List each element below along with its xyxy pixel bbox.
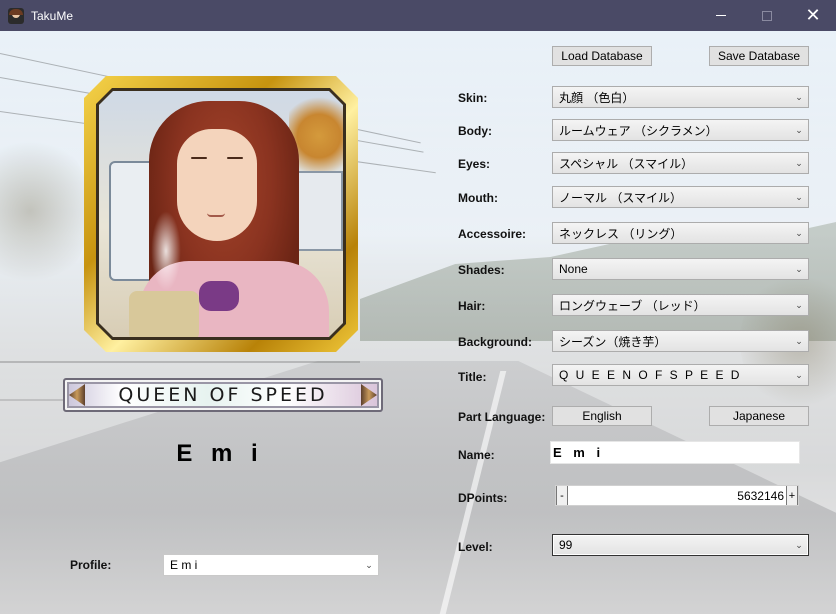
name-input-value: E m i <box>553 445 605 460</box>
plate-cap-right <box>361 384 377 406</box>
hair-select-value: ロングウェーブ （レッド） <box>559 298 706 313</box>
body-select-value: ルームウェア （シクラメン） <box>559 123 718 138</box>
avatar-steam <box>151 211 181 291</box>
hair-select[interactable]: ロングウェーブ （レッド） ⌄ <box>552 294 809 316</box>
dpoints-stepper[interactable]: - 5632146 + <box>555 485 799 506</box>
chevron-down-icon: ⌄ <box>795 91 803 102</box>
hair-label: Hair: <box>458 299 486 313</box>
shades-label: Shades: <box>458 263 505 277</box>
minimize-button[interactable] <box>698 0 744 31</box>
background-label: Background: <box>458 335 533 349</box>
avatar-eye <box>227 157 243 159</box>
chevron-down-icon: ⌄ <box>795 227 803 238</box>
title-select[interactable]: Q U E E N O F S P E E D ⌄ <box>552 364 809 386</box>
avatar-image <box>99 91 343 337</box>
level-select[interactable]: 99 ⌄ <box>552 534 809 556</box>
dpoints-increment-button[interactable]: + <box>786 486 798 505</box>
name-input[interactable]: E m i <box>550 441 800 464</box>
chevron-down-icon: ⌄ <box>795 191 803 202</box>
chevron-down-icon: ⌄ <box>795 157 803 168</box>
profile-select-value: E m i <box>170 558 198 572</box>
title-select-value: Q U E E N O F S P E E D <box>559 368 742 382</box>
part-language-label: Part Language: <box>458 410 546 424</box>
minimize-icon <box>716 15 726 16</box>
avatar-face <box>177 129 257 241</box>
chevron-down-icon: ⌄ <box>795 299 803 310</box>
background-select-value: シーズン（焼き芋） <box>559 334 667 349</box>
dpoints-value[interactable]: 5632146 <box>568 489 786 503</box>
avatar-eye <box>191 157 207 159</box>
title-bar[interactable]: TakuMe ✕ <box>0 0 836 31</box>
body-select[interactable]: ルームウェア （シクラメン） ⌄ <box>552 119 809 141</box>
eyes-label: Eyes: <box>458 157 491 171</box>
close-button[interactable]: ✕ <box>790 0 836 31</box>
display-name: E m i <box>176 440 264 467</box>
skin-label: Skin: <box>458 91 488 105</box>
avatar-frame <box>84 76 358 352</box>
mouth-label: Mouth: <box>458 191 498 205</box>
skin-select[interactable]: 丸顔 （色白） ⌄ <box>552 86 809 108</box>
eyes-select[interactable]: スペシャル （スマイル） ⌄ <box>552 152 809 174</box>
avatar-mitten <box>199 281 239 311</box>
chevron-down-icon: ⌄ <box>365 559 373 570</box>
shades-select[interactable]: None ⌄ <box>552 258 809 280</box>
close-icon: ✕ <box>805 5 821 25</box>
background-tree <box>0 131 90 291</box>
skin-select-value: 丸顔 （色白） <box>559 90 635 105</box>
profile-select[interactable]: E m i ⌄ <box>163 554 379 576</box>
title-plate: QUEEN OF SPEED <box>63 378 383 412</box>
mouth-select[interactable]: ノーマル （スマイル） ⌄ <box>552 186 809 208</box>
shades-select-value: None <box>559 262 588 276</box>
title-label: Title: <box>458 370 487 384</box>
body-label: Body: <box>458 124 492 138</box>
background-select[interactable]: シーズン（焼き芋） ⌄ <box>552 330 809 352</box>
chevron-down-icon: ⌄ <box>795 539 803 550</box>
avatar-bag <box>129 291 199 337</box>
dpoints-label: DPoints: <box>458 491 508 505</box>
english-button[interactable]: English <box>552 406 652 426</box>
chevron-down-icon: ⌄ <box>795 263 803 274</box>
maximize-button[interactable] <box>744 0 790 31</box>
accessoire-select[interactable]: ネックレス （リング） ⌄ <box>552 222 809 244</box>
window-title: TakuMe <box>31 8 74 23</box>
eyes-select-value: スペシャル （スマイル） <box>559 156 694 171</box>
plate-cap-left <box>69 384 85 406</box>
chevron-down-icon: ⌄ <box>795 369 803 380</box>
load-database-button[interactable]: Load Database <box>552 46 652 66</box>
avatar-frame-inner <box>96 88 346 340</box>
chevron-down-icon: ⌄ <box>795 335 803 346</box>
main-window: QUEEN OF SPEED E m i Profile: E m i ⌄ Lo… <box>0 31 836 614</box>
app-icon <box>8 7 24 24</box>
profile-label: Profile: <box>70 558 112 572</box>
name-label: Name: <box>458 448 495 462</box>
dpoints-decrement-button[interactable]: - <box>556 486 568 505</box>
chevron-down-icon: ⌄ <box>795 124 803 135</box>
japanese-button[interactable]: Japanese <box>709 406 809 426</box>
accessoire-label: Accessoire: <box>458 227 527 241</box>
level-select-value: 99 <box>559 538 573 552</box>
maximize-icon <box>762 10 772 21</box>
level-label: Level: <box>458 540 493 554</box>
accessoire-select-value: ネックレス （リング） <box>559 226 683 241</box>
title-plate-text: QUEEN OF SPEED <box>118 384 328 406</box>
avatar-mouth <box>207 213 225 217</box>
mouth-select-value: ノーマル （スマイル） <box>559 190 682 205</box>
save-database-button[interactable]: Save Database <box>709 46 809 66</box>
